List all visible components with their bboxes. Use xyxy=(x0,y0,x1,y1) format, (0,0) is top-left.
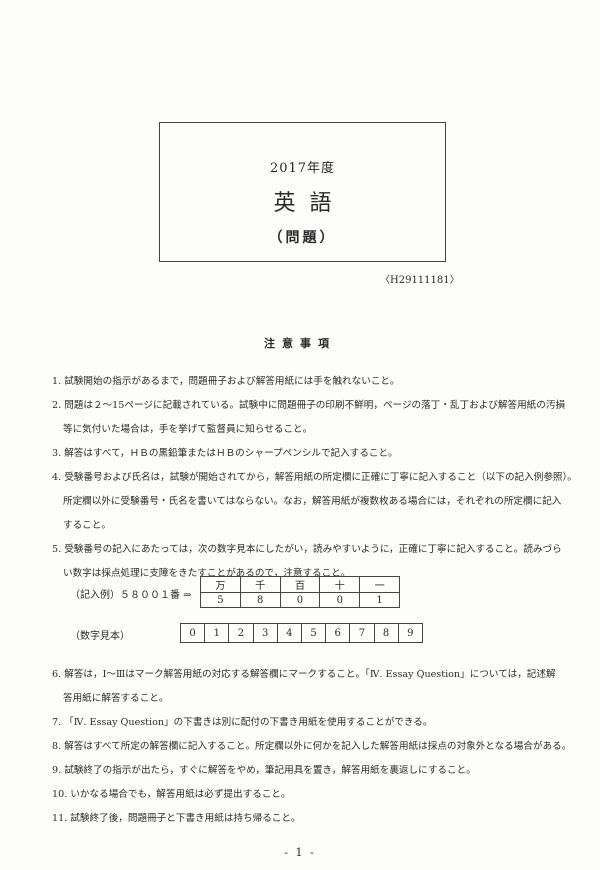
note-text: 試験開始の指示があるまで，問題冊子および解答用紙には手を触れないこと。 xyxy=(64,376,400,387)
place-value-header: 百 xyxy=(279,576,321,593)
sample-digit: 0 xyxy=(179,623,206,643)
note-text-continued: すること。 xyxy=(63,520,111,531)
note-number: 3. xyxy=(52,448,62,459)
note-text: 問題は２～15ページに記載されている。試験中に問題冊子の印刷不鮮明，ページの落丁… xyxy=(64,400,566,411)
example-label: （記入例）５８００１番 ⇒ xyxy=(70,590,192,601)
exam-year: 2017年度 xyxy=(269,161,336,176)
note-text: 試験終了の指示が出たら，すぐに解答をやめ，筆記用具を置き，解答用紙を裏返しにする… xyxy=(64,765,476,776)
sample-digit: 2 xyxy=(228,623,254,643)
note-text: いかなる場合でも，解答用紙は必ず提出すること。 xyxy=(70,789,291,800)
page-number: - 1 - xyxy=(284,846,316,859)
note-number: 7. xyxy=(52,717,62,728)
note-text-continued: 所定欄以外に受験番号・氏名を書いてはならない。なお，解答用紙が複数枚ある場合には… xyxy=(63,496,562,507)
note-number: 2. xyxy=(52,400,62,411)
subject-title: 英語 xyxy=(273,191,346,216)
example-digit: 5 xyxy=(200,592,241,608)
note-item: 2. 問題は２～15ページに記載されている。試験中に問題冊子の印刷不鮮明，ページ… xyxy=(52,394,565,442)
note-number: 5. xyxy=(52,544,62,555)
note-item: 10. いかなる場合でも，解答用紙は必ず提出すること。 xyxy=(52,783,552,807)
note-text: 受験番号の記入にあたっては，次の数字見本にしたがい，読みやすいように，正確に丁寧… xyxy=(64,544,562,555)
note-text: 解答は，Ⅰ～Ⅲはマーク解答用紙の対応する解答欄にマークすること。「Ⅳ. Essa… xyxy=(64,669,556,680)
sample-digit: 7 xyxy=(349,623,375,643)
sample-digit: 8 xyxy=(373,623,399,643)
sample-digit: 9 xyxy=(397,623,424,643)
booklet-kind: （問題） xyxy=(268,230,337,246)
note-text-continued: 等に気付いた場合は，手を挙げて監督員に知らせること。 xyxy=(63,424,313,435)
note-number: 8. xyxy=(52,741,62,752)
note-number: 1. xyxy=(52,376,62,387)
note-text: 解答はすべて所定の解答欄に記入すること。所定欄以外に何かを記入した解答用紙は採点… xyxy=(64,741,572,752)
sample-digit: 4 xyxy=(276,623,302,643)
note-text: 「Ⅳ. Essay Question」の下書きは別に配付の下書き用紙を使用するこ… xyxy=(64,717,433,728)
place-value-header: 千 xyxy=(239,576,281,593)
sample-digit: 3 xyxy=(252,623,278,643)
note-item: 3. 解答はすべて，ＨＢの黒鉛筆またはＨＢのシャープペンシルで記入すること。 xyxy=(52,442,552,466)
note-number: 11. xyxy=(52,813,68,824)
digit-sample-grid: 0123456789 xyxy=(179,623,424,643)
exam-code: 〈H29111181〉 xyxy=(380,275,460,286)
sample-label: （数字見本） xyxy=(70,631,130,642)
note-number: 4. xyxy=(52,472,62,483)
note-item: 7. 「Ⅳ. Essay Question」の下書きは別に配付の下書き用紙を使用… xyxy=(52,711,552,735)
note-text: 解答はすべて，ＨＢの黒鉛筆またはＨＢのシャープペンシルで記入すること。 xyxy=(64,448,398,459)
note-item: 1. 試験開始の指示があるまで，問題冊子および解答用紙には手を触れないこと。 xyxy=(52,370,552,394)
note-text: 受験番号および氏名は，試験が開始されてから，解答用紙の所定欄に正確に丁寧に記入す… xyxy=(64,472,577,483)
place-value-header: 十 xyxy=(319,576,361,593)
note-item: 8. 解答はすべて所定の解答欄に記入すること。所定欄以外に何かを記入した解答用紙… xyxy=(52,735,571,759)
place-value-header: 万 xyxy=(200,576,241,593)
note-item: 9. 試験終了の指示が出たら，すぐに解答をやめ，筆記用具を置き，解答用紙を裏返し… xyxy=(52,759,552,783)
example-digit: 1 xyxy=(359,592,400,608)
example-digit: 8 xyxy=(239,592,281,608)
note-text: 試験終了後，問題冊子と下書き用紙は持ち帰ること。 xyxy=(70,813,301,824)
note-number: 9. xyxy=(52,765,62,776)
note-text-continued: 答用紙に解答すること。 xyxy=(63,693,169,704)
note-number: 10. xyxy=(52,789,68,800)
note-item: 6. 解答は，Ⅰ～Ⅲはマーク解答用紙の対応する解答欄にマークすること。「Ⅳ. E… xyxy=(52,663,556,711)
notes-heading: 注意事項 xyxy=(264,337,336,350)
sample-digit: 6 xyxy=(325,623,351,643)
note-item: 4. 受験番号および氏名は，試験が開始されてから，解答用紙の所定欄に正確に丁寧に… xyxy=(52,466,577,538)
title-box: 2017年度 英語 （問題） xyxy=(159,122,446,262)
sample-digit: 1 xyxy=(204,623,230,643)
note-item: 11. 試験終了後，問題冊子と下書き用紙は持ち帰ること。 xyxy=(52,807,552,831)
example-digit: 0 xyxy=(319,592,361,608)
example-digit: 0 xyxy=(279,592,321,608)
sample-digit: 5 xyxy=(300,623,327,643)
note-number: 6. xyxy=(52,669,62,680)
place-value-header: 一 xyxy=(359,576,400,593)
example-id-grid: 万千百十一 58001 xyxy=(200,576,400,608)
